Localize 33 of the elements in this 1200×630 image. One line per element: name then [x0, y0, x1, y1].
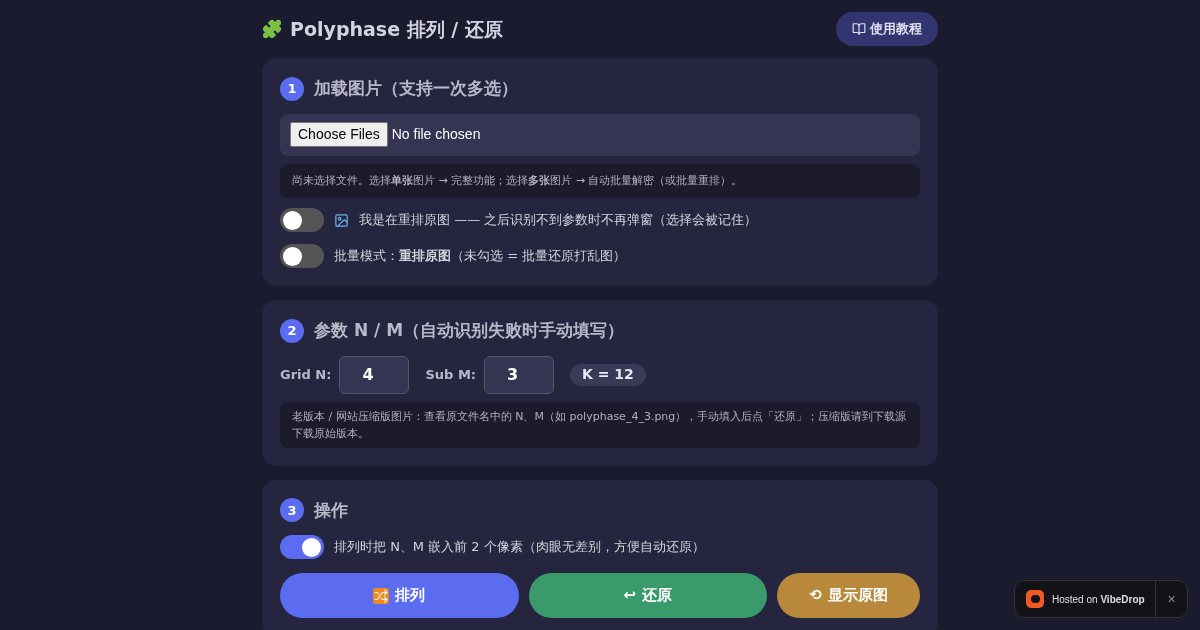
puzzle-icon	[262, 19, 282, 39]
return-icon: ↩	[623, 584, 637, 607]
page-title: Polyphase 排列 / 还原	[290, 16, 503, 42]
toggle-switch[interactable]	[280, 535, 324, 559]
choose-files-button[interactable]: Choose Files	[290, 122, 388, 147]
toggle-switch[interactable]	[280, 208, 324, 232]
step-number: 3	[280, 498, 304, 523]
toggle-label: 我是在重排原图 —— 之后识别不到参数时不再弹窗（选择会被记住）	[359, 211, 758, 230]
shuffle-icon	[373, 587, 390, 604]
k-value-badge: K = 12	[570, 363, 646, 386]
logo-icon	[1026, 590, 1044, 608]
number-field[interactable]: 3	[484, 355, 555, 394]
rotate-icon: ⟲	[809, 584, 822, 607]
field-label: Grid N:	[280, 365, 332, 384]
close-button[interactable]: ×	[1155, 581, 1187, 617]
toggle-switch[interactable]	[280, 244, 324, 268]
step-number: 2	[280, 318, 304, 343]
field-label: Sub M:	[425, 365, 477, 384]
toggle-label: 批量模式：重排原图（未勾选 = 批量还原打乱图）	[334, 247, 627, 266]
action-button[interactable]: 排列	[280, 573, 519, 618]
step-title: 操作	[314, 498, 348, 522]
file-input-field[interactable]: Choose Files No file chosen	[280, 113, 920, 156]
toggle-label: 排列时把 N、M 嵌入前 2 个像素（肉眼无差别，方便自动还原）	[334, 538, 705, 557]
tutorial-button[interactable]: 使用教程	[836, 12, 938, 46]
step-title: 加载图片（支持一次多选）	[314, 77, 518, 100]
number-field[interactable]: 4	[339, 355, 410, 394]
step-number: 1	[280, 76, 304, 101]
book-icon	[852, 22, 866, 36]
hint-text: 尚未选择文件。选择单张图片 → 完整功能；选择多张图片 → 自动批量解密（或批量重排）。	[280, 163, 920, 198]
hosted-text: Hosted on VibeDrop	[1052, 592, 1145, 607]
step-title: 参数 N / M（自动识别失败时手动填写）	[314, 319, 625, 342]
file-status: No file chosen	[391, 125, 481, 144]
hint-text: 老版本 / 网站压缩版图片：查看原文件名中的 N、M（如 polyphase_4_3.png），手动填入后点「还原」；压缩版请到下载源下载原始版本。	[280, 401, 920, 448]
